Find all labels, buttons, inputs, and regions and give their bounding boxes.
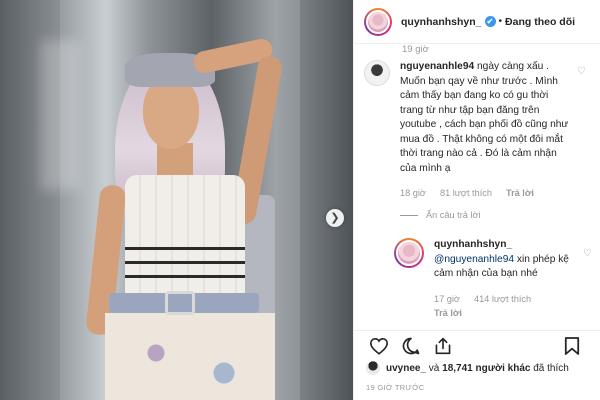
face — [143, 77, 199, 149]
post-header: quynhanhshyn_ ✔ • Đang theo dõi — [354, 0, 600, 44]
likes-count[interactable]: 18,741 người khác — [442, 363, 530, 374]
belt-buckle — [165, 291, 195, 315]
reply-time[interactable]: 17 giờ — [434, 292, 460, 307]
reply-likes[interactable]: 414 lượt thích — [474, 292, 531, 307]
heart-icon — [369, 337, 389, 355]
comment-icon — [402, 337, 420, 354]
comment-button[interactable] — [398, 335, 424, 357]
corset-lace — [125, 261, 245, 264]
avatar[interactable] — [364, 60, 390, 86]
divider — [400, 214, 418, 216]
reply-button[interactable]: Trả lời — [434, 308, 462, 318]
like-button[interactable] — [366, 335, 392, 357]
share-icon — [435, 337, 451, 354]
next-photo-button[interactable]: ❯ — [326, 209, 344, 227]
comment-text: ngày càng xấu . Muốn bạn qay về như trướ… — [400, 61, 569, 174]
separator-dot: • — [498, 16, 503, 27]
comment-body: nguyenanhle94 ngày càng xấu . Muốn bạn q… — [400, 60, 570, 201]
post-view: ❯ quynhanhshyn_ ✔ • Đang theo dõi 19 giờ… — [0, 0, 600, 400]
comment-meta: 18 giờ 81 lượt thích Trả lời — [400, 186, 570, 201]
mention-link[interactable]: @nguyenanhle94 — [434, 254, 514, 265]
likes-suffix: đã thích — [530, 362, 569, 374]
avatar[interactable] — [394, 238, 424, 268]
comments-list[interactable]: 19 giờ nguyenanhle94 ngày càng xấu . Muố… — [354, 44, 600, 324]
action-bar — [354, 330, 600, 360]
chevron-right-icon: ❯ — [330, 211, 340, 224]
avatar[interactable] — [366, 361, 380, 375]
post-timestamp[interactable]: 19 GIỜ TRƯỚC — [366, 383, 425, 392]
heart-icon[interactable]: ♡ — [583, 248, 592, 259]
likes-summary: uvynee_ và 18,741 người khác đã thích — [366, 361, 569, 375]
following-button[interactable]: Đang theo dõi — [505, 16, 575, 28]
share-button[interactable] — [430, 335, 456, 357]
reply-body: quynhanhshyn_ @nguyenanhle94 xin phép kệ… — [434, 238, 579, 322]
liker-username[interactable]: uvynee_ — [386, 363, 426, 374]
reply-meta: 17 giờ 414 lượt thích — [434, 292, 579, 307]
save-button[interactable] — [559, 335, 585, 357]
comment-likes[interactable]: 81 lượt thích — [440, 186, 492, 201]
reply-username[interactable]: quynhanhshyn_ — [434, 239, 512, 250]
floral-pants — [105, 313, 275, 400]
previous-comment-time: 19 giờ — [402, 44, 429, 55]
corset-lace — [125, 247, 245, 250]
corset-lace — [125, 275, 245, 278]
likes-connector: và — [426, 362, 443, 374]
bookmark-icon — [564, 337, 580, 355]
elevator-wall-panel — [300, 0, 353, 400]
comment-item: nguyenanhle94 ngày càng xấu . Muốn bạn q… — [364, 60, 594, 201]
light-reflection — [40, 40, 80, 190]
post-sidebar: quynhanhshyn_ ✔ • Đang theo dõi 19 giờ n… — [353, 0, 600, 400]
post-photo[interactable]: ❯ — [0, 0, 353, 400]
heart-icon[interactable]: ♡ — [577, 66, 586, 77]
avatar[interactable] — [364, 7, 392, 36]
comment-time[interactable]: 18 giờ — [400, 186, 426, 201]
hide-replies-button[interactable]: Ẩn câu trả lời — [400, 210, 481, 220]
reply-button[interactable]: Trả lời — [506, 186, 534, 201]
hide-replies-label: Ẩn câu trả lời — [426, 210, 481, 220]
comment-username[interactable]: nguyenanhle94 — [400, 61, 474, 72]
author-username[interactable]: quynhanhshyn_ — [401, 16, 482, 28]
person-figure — [85, 25, 285, 400]
verified-badge-icon: ✔ — [484, 16, 496, 27]
reply-item: quynhanhshyn_ @nguyenanhle94 xin phép kệ… — [394, 238, 594, 322]
